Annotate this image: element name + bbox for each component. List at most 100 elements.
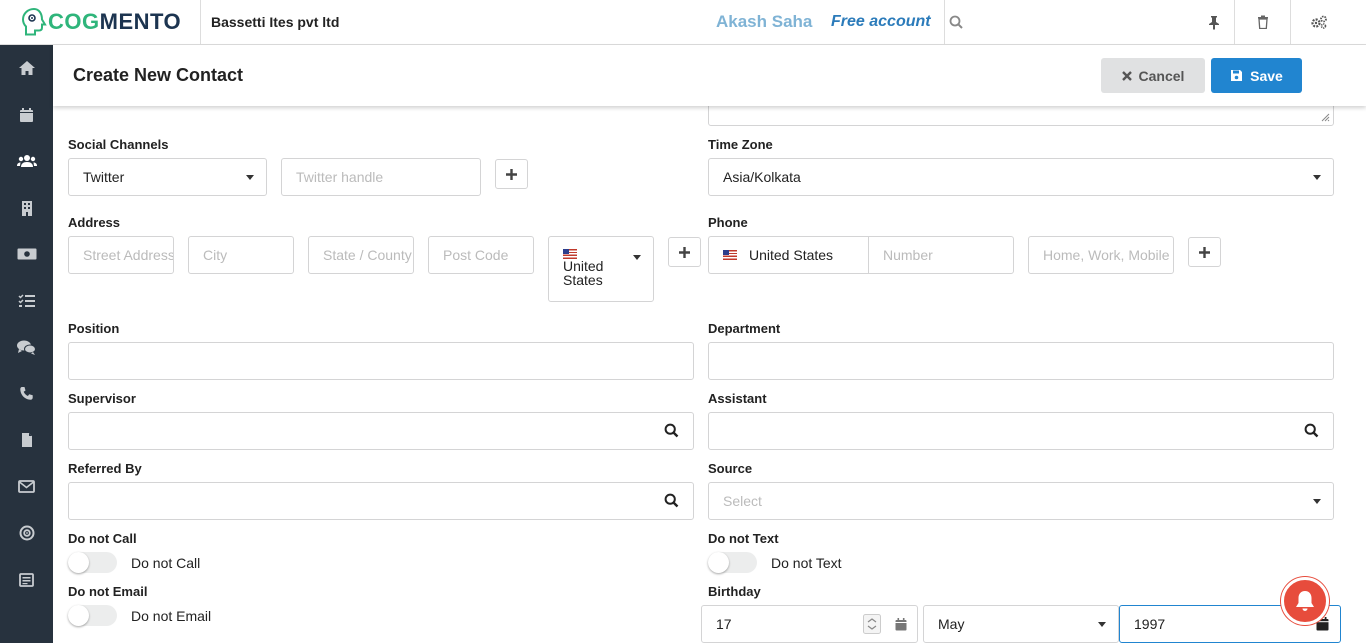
do-not-text-toggle[interactable] [708,552,757,573]
post-code-input[interactable]: Post Code [428,236,534,274]
account-type[interactable]: Free account [831,13,944,31]
sidebar-item-conversations[interactable] [0,324,53,371]
address-country-select[interactable]: United States [548,236,654,302]
sidebar-item-deals[interactable] [0,231,53,278]
save-icon [1231,70,1243,81]
do-not-call-toggle-label: Do not Call [131,555,201,571]
supervisor-search-input[interactable] [68,412,694,450]
cancel-button[interactable]: Cancel [1101,58,1205,93]
birthday-day-input[interactable]: 17 [701,605,918,643]
twitter-handle-input[interactable]: Twitter handle [281,158,481,196]
birthday-year-value: 1997 [1134,616,1166,632]
logo[interactable]: COGMENTO [0,0,201,45]
notification-bell-button[interactable] [1281,577,1329,625]
calendar-icon [20,107,33,122]
sidebar [0,45,53,643]
assistant-search-input[interactable] [708,412,1334,450]
sidebar-item-campaigns[interactable] [0,510,53,557]
search-icon [949,15,963,29]
twitter-handle-placeholder: Twitter handle [296,169,384,185]
time-zone-label: Time Zone [708,137,773,152]
search-icon [1304,423,1319,438]
gears-icon [1310,15,1327,29]
assistant-label: Assistant [708,391,767,406]
phone-country-value: United States [749,247,834,263]
post-code-placeholder: Post Code [443,247,509,263]
phone-number-input[interactable]: Number [868,236,1014,274]
do-not-text-toggle-label: Do not Text [771,555,842,571]
sidebar-item-documents[interactable] [0,417,53,464]
do-not-email-toggle[interactable] [68,605,117,626]
sidebar-item-calls[interactable] [0,371,53,418]
us-flag-icon [723,250,737,260]
do-not-call-label: Do not Call [68,531,137,546]
state-placeholder: State / County [323,247,412,263]
sidebar-item-contacts[interactable] [0,138,53,185]
trash-button[interactable] [1234,0,1290,45]
referred-by-search-input[interactable] [68,482,694,520]
target-icon [19,525,34,541]
position-label: Position [68,321,120,336]
do-not-call-toggle[interactable] [68,552,117,573]
contact-form: Social Channels Twitter Twitter handle T… [53,98,1366,643]
search-icon [664,423,679,438]
page-header: Create New Contact Cancel Save [53,45,1366,106]
sidebar-item-forms[interactable] [0,557,53,604]
chevron-down-icon [246,175,254,180]
source-select[interactable]: Select [708,482,1334,520]
sidebar-item-companies[interactable] [0,185,53,232]
sidebar-item-home[interactable] [0,45,53,92]
social-channel-select[interactable]: Twitter [68,158,267,196]
sidebar-item-calendar[interactable] [0,92,53,139]
resize-handle-icon [1321,113,1330,122]
chat-icon [17,340,36,355]
source-placeholder: Select [723,493,762,509]
city-input[interactable]: City [188,236,294,274]
birthday-label: Birthday [708,584,761,599]
home-icon [18,61,35,76]
chevron-down-icon [1313,175,1321,180]
document-icon [21,433,32,448]
spinner-icon[interactable] [863,614,881,634]
money-icon [17,248,36,260]
street-address-placeholder: Street Address [83,247,174,263]
department-input[interactable] [708,342,1334,380]
calendar-icon[interactable] [895,618,907,631]
save-label: Save [1250,67,1283,84]
phone-number-placeholder: Number [883,247,933,263]
city-placeholder: City [203,247,228,263]
add-phone-button[interactable] [1188,237,1221,267]
mail-icon [18,480,35,494]
sidebar-item-email[interactable] [0,464,53,511]
street-address-input[interactable]: Street Address [68,236,174,274]
phone-type-placeholder: Home, Work, Mobile [1043,247,1170,263]
supervisor-label: Supervisor [68,391,136,406]
department-label: Department [708,321,781,336]
tasks-icon [18,294,35,307]
birthday-month-select[interactable]: May [923,605,1119,643]
user-name[interactable]: Akash Saha [716,12,831,32]
logo-text: COGMENTO [48,9,182,34]
chevron-down-icon [633,255,641,260]
state-input[interactable]: State / County [308,236,414,274]
position-input[interactable] [68,342,694,380]
pin-button[interactable] [1194,0,1234,45]
phone-icon [20,387,33,400]
phone-type-input[interactable]: Home, Work, Mobile [1028,236,1174,274]
save-button[interactable]: Save [1211,58,1302,93]
time-zone-value: Asia/Kolkata [723,169,801,185]
users-icon [16,155,37,168]
add-address-button[interactable] [668,237,701,267]
settings-button[interactable] [1290,0,1346,45]
search-icon [664,493,679,508]
birthday-month-value: May [938,616,965,632]
add-social-button[interactable] [495,159,528,189]
time-zone-select[interactable]: Asia/Kolkata [708,158,1334,196]
phone-country-select[interactable]: United States [708,236,869,274]
sidebar-item-tasks[interactable] [0,278,53,325]
do-not-email-label: Do not Email [68,584,148,599]
building-icon [21,200,32,216]
global-search[interactable] [944,0,1194,45]
plus-icon [1199,246,1210,258]
social-channels-label: Social Channels [68,137,169,152]
